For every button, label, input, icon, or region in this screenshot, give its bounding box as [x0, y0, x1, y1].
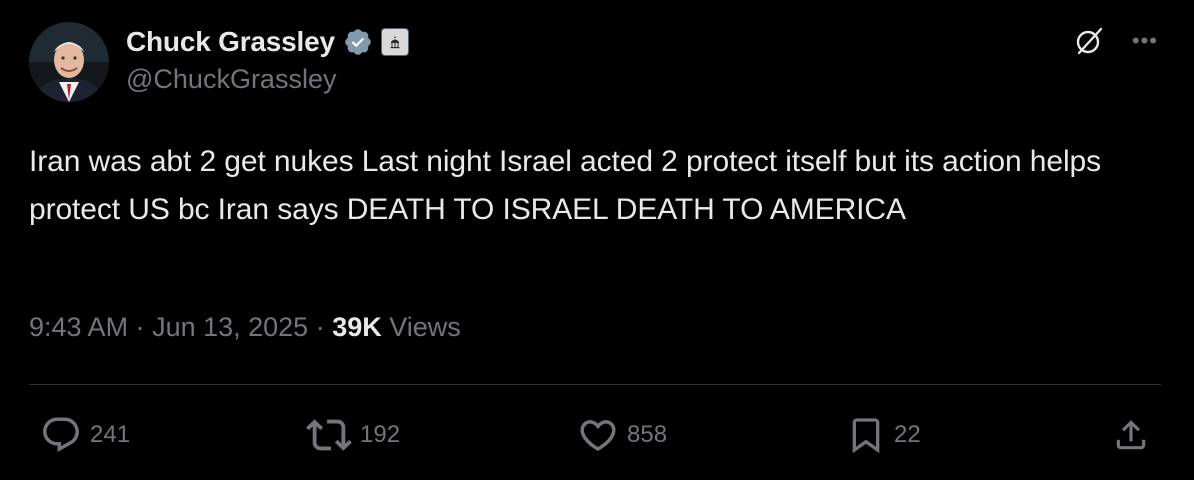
- tweet[interactable]: Chuck Grassley @ChuckGrassley ••• Iran w…: [0, 0, 1194, 480]
- verified-badge-icon[interactable]: [343, 27, 373, 57]
- grok-icon[interactable]: [1072, 24, 1106, 58]
- bookmark-button[interactable]: 22: [846, 412, 921, 458]
- like-button[interactable]: 858: [577, 412, 667, 458]
- meta-separator: ·: [308, 312, 333, 342]
- bookmark-count: 22: [894, 421, 921, 448]
- tweet-text: Iran was abt 2 get nukes Last night Isra…: [29, 145, 1102, 226]
- reply-count: 241: [90, 421, 131, 448]
- tweet-top-actions: •••: [1072, 24, 1158, 58]
- author-name-row: Chuck Grassley: [126, 22, 409, 62]
- like-count: 858: [627, 421, 668, 448]
- more-icon[interactable]: •••: [1132, 30, 1158, 52]
- repost-icon: [306, 419, 352, 451]
- capitol-icon: [390, 36, 400, 49]
- reply-icon: [43, 417, 79, 452]
- share-icon: [1116, 420, 1146, 450]
- reply-button[interactable]: 241: [40, 412, 130, 458]
- repost-count: 192: [360, 421, 401, 448]
- tweet-date[interactable]: Jun 13, 2025: [152, 312, 308, 343]
- display-name[interactable]: Chuck Grassley: [126, 26, 335, 58]
- tweet-time[interactable]: 9:43 AM: [29, 312, 128, 343]
- tweet-meta: 9:43 AM · Jun 13, 2025 · 39K Views: [29, 312, 461, 343]
- avatar-photo: [29, 22, 109, 102]
- government-affiliation-icon[interactable]: [380, 28, 409, 56]
- views-label: Views: [381, 312, 461, 342]
- meta-separator: ·: [128, 312, 153, 342]
- divider: [29, 384, 1161, 385]
- heart-icon: [580, 420, 616, 452]
- avatar[interactable]: [29, 22, 109, 102]
- bookmark-icon: [852, 418, 880, 454]
- repost-button[interactable]: 192: [306, 412, 400, 458]
- author-handle[interactable]: @ChuckGrassley: [126, 64, 336, 95]
- views-count[interactable]: 39K: [332, 312, 382, 343]
- share-button[interactable]: [1112, 412, 1150, 458]
